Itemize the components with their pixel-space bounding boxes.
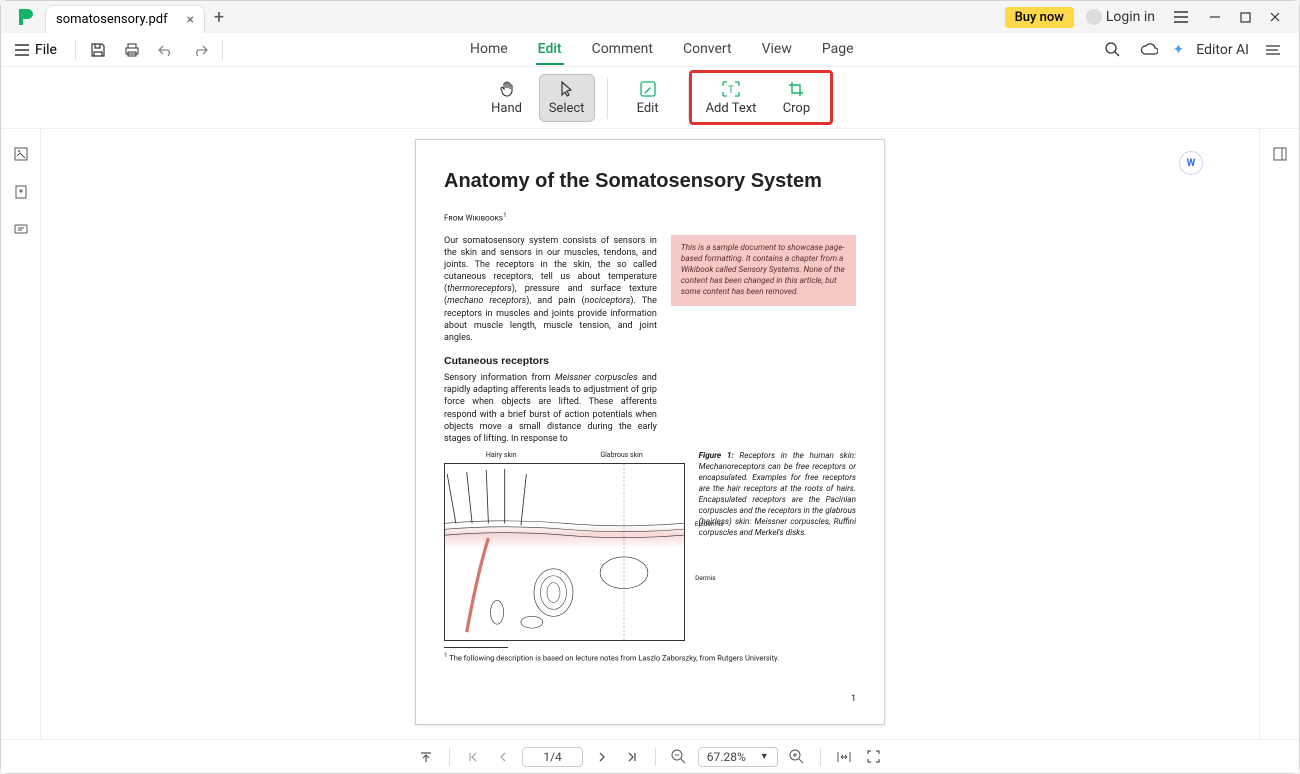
close-window-button[interactable]	[1261, 5, 1289, 29]
chevron-down-icon: ▼	[760, 751, 769, 762]
fig-label-epidermis: Epidermis	[695, 520, 724, 528]
print-button[interactable]	[120, 38, 144, 62]
fit-page-icon[interactable]	[863, 746, 885, 768]
maximize-button[interactable]	[1231, 5, 1259, 29]
bookmark-add-icon[interactable]	[10, 181, 32, 203]
tab-page[interactable]: Page	[820, 35, 856, 65]
svg-text:T: T	[728, 85, 734, 96]
tab-comment[interactable]: Comment	[590, 35, 655, 65]
bottom-bar: 1/4 67.28% ▼	[1, 739, 1299, 773]
workspace: W Anatomy of the Somatosensory System Fr…	[1, 129, 1299, 739]
close-tab-icon[interactable]: ×	[187, 12, 194, 28]
title-bar: somatosensory.pdf × + Buy now Login in	[1, 1, 1299, 33]
hamburger-icon[interactable]	[1167, 5, 1195, 29]
first-page-icon[interactable]	[462, 746, 484, 768]
last-page-icon[interactable]	[621, 746, 643, 768]
doc-source: From Wikibooks1	[444, 211, 856, 223]
zoom-in-icon[interactable]	[786, 746, 808, 768]
tool-row: Hand Select Edit T Add Text	[1, 67, 1299, 129]
cloud-icon[interactable]	[1137, 38, 1161, 62]
tab-home[interactable]: Home	[468, 35, 510, 65]
zoom-select[interactable]: 67.28% ▼	[698, 747, 778, 767]
page-indicator[interactable]: 1/4	[522, 747, 582, 767]
login-label: Login in	[1106, 9, 1155, 25]
doc-page-number: 1	[851, 694, 856, 704]
pencil-icon	[639, 79, 657, 99]
tab-convert[interactable]: Convert	[681, 35, 734, 65]
buy-now-button[interactable]: Buy now	[1005, 7, 1074, 28]
quick-toolbar: File Home Edit Comment Convert View Page…	[1, 33, 1299, 67]
edit-label: Edit	[637, 101, 659, 116]
fig-label-dermis: Dermis	[695, 574, 716, 582]
new-tab-button[interactable]: +	[205, 7, 233, 28]
doc-title: Anatomy of the Somatosensory System	[444, 170, 856, 193]
login-button[interactable]: Login in	[1080, 9, 1161, 25]
doc-para2: Sensory information from Meissner corpus…	[444, 372, 657, 445]
thumbnails-icon[interactable]	[10, 143, 32, 165]
undo-button[interactable]	[154, 38, 178, 62]
document-tab[interactable]: somatosensory.pdf ×	[45, 5, 205, 33]
hand-icon	[498, 79, 516, 99]
next-page-icon[interactable]	[591, 746, 613, 768]
menu-tabs: Home Edit Comment Convert View Page	[468, 35, 856, 65]
save-button[interactable]	[86, 38, 110, 62]
doc-figure: Epidermis Dermis	[444, 463, 685, 641]
redo-button[interactable]	[188, 38, 212, 62]
comment-icon[interactable]	[10, 219, 32, 241]
prev-page-icon[interactable]	[492, 746, 514, 768]
app-logo	[5, 7, 45, 27]
zoom-out-icon[interactable]	[668, 746, 690, 768]
doc-footnote: 1 The following description is based on …	[444, 651, 856, 663]
hand-tool[interactable]: Hand	[479, 74, 535, 122]
right-rail	[1259, 129, 1299, 739]
add-text-tool[interactable]: T Add Text	[698, 75, 765, 120]
more-lines-icon[interactable]	[1261, 38, 1285, 62]
fig-label-glabrous: Glabrous skin	[600, 451, 642, 459]
tab-title: somatosensory.pdf	[56, 12, 168, 27]
add-text-icon: T	[721, 79, 741, 99]
file-label: File	[35, 42, 57, 58]
minimize-button[interactable]	[1201, 5, 1229, 29]
crop-tool[interactable]: Crop	[768, 75, 824, 120]
hamburger-small-icon	[15, 44, 29, 56]
avatar-icon	[1086, 9, 1102, 25]
search-icon[interactable]	[1101, 38, 1125, 62]
file-menu-button[interactable]: File	[7, 40, 65, 60]
zoom-value: 67.28%	[707, 750, 746, 764]
fit-width-icon[interactable]	[833, 746, 855, 768]
document-viewer[interactable]: W Anatomy of the Somatosensory System Fr…	[41, 129, 1259, 739]
sparkle-icon: ✦	[1173, 42, 1185, 58]
editor-ai-button[interactable]: Editor AI	[1196, 42, 1249, 58]
cursor-icon	[559, 79, 575, 99]
fig-label-hairy: Hairy skin	[486, 451, 517, 459]
crop-icon	[787, 79, 805, 99]
add-text-label: Add Text	[706, 101, 757, 116]
doc-callout: This is a sample document to showcase pa…	[671, 235, 856, 306]
hand-label: Hand	[491, 101, 522, 116]
crop-label: Crop	[783, 101, 810, 116]
doc-para1: Our somatosensory system consists of sen…	[444, 235, 657, 344]
left-rail	[1, 129, 41, 739]
pdf-page: Anatomy of the Somatosensory System From…	[415, 139, 885, 725]
panel-toggle-icon[interactable]	[1269, 143, 1291, 165]
tab-view[interactable]: View	[760, 35, 794, 65]
select-label: Select	[549, 101, 585, 116]
tab-edit[interactable]: Edit	[536, 35, 564, 65]
select-tool[interactable]: Select	[539, 74, 595, 122]
scroll-top-icon[interactable]	[415, 746, 437, 768]
word-badge-icon[interactable]: W	[1179, 151, 1203, 175]
highlighted-tools: T Add Text Crop	[689, 70, 834, 125]
doc-h3: Cutaneous receptors	[444, 354, 657, 368]
edit-tool[interactable]: Edit	[620, 74, 676, 122]
